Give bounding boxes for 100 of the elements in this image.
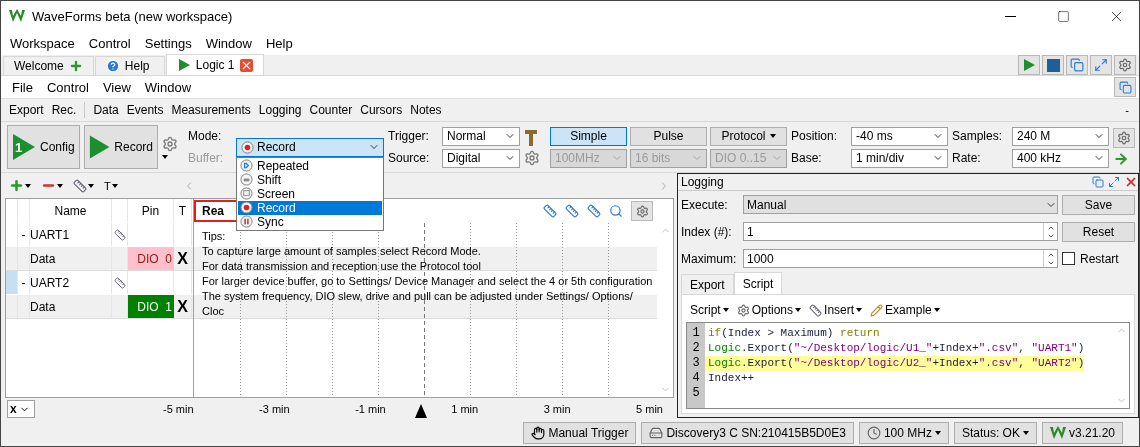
text-button[interactable]: T: [104, 179, 118, 192]
windows-icon: [1070, 58, 1084, 72]
script-menu-button[interactable]: Insert: [809, 303, 863, 317]
rate-dropdown[interactable]: 400 kHz: [1012, 148, 1109, 168]
menu-option[interactable]: Shift: [238, 172, 382, 187]
tip-text: For larger device buffer, go to Settings/ Device Manager and select the 4 or 5th configuration: [202, 274, 654, 289]
channel-name: UART2: [30, 275, 70, 290]
status-button[interactable]: 100 MHz: [858, 422, 949, 444]
menu-item[interactable]: Window: [198, 35, 259, 51]
channel-name: UART1: [30, 227, 70, 242]
toolbar-item[interactable]: Data: [89, 103, 123, 117]
caret-icon: [856, 308, 863, 312]
script-menu-button[interactable]: Example: [870, 303, 940, 317]
collapse-toggle[interactable]: -: [21, 227, 26, 242]
toolbar-item[interactable]: Cursors: [356, 103, 407, 117]
script-menu-button[interactable]: Script: [690, 303, 729, 317]
axis-tick-label: -3 min: [259, 403, 290, 415]
menu-item[interactable]: Control: [39, 79, 96, 95]
sync-mode-icon: [240, 215, 253, 228]
play-icon: 1: [12, 133, 36, 161]
trigger-type-button[interactable]: Protocol: [710, 126, 787, 146]
axis-tick-label: 5 min: [636, 403, 663, 415]
tip-text: Tips:: [202, 229, 227, 244]
field-label: Mode:: [188, 127, 223, 145]
collapse-toggle[interactable]: -: [1125, 104, 1139, 116]
column-header: Name: [54, 203, 87, 218]
settings-button[interactable]: [1114, 55, 1136, 75]
caret-icon: [162, 154, 168, 159]
add-channel-button[interactable]: [9, 178, 31, 193]
base-dropdown[interactable]: 1 min/div: [851, 148, 948, 168]
tip-text: The system frequency, DIO slew, drive and pull can be adjusted under Settings/ Options/ Cloc: [202, 289, 634, 319]
tab[interactable]: Script: [733, 272, 783, 294]
ruler-icon: [809, 303, 823, 317]
source-dropdown[interactable]: Digital: [442, 148, 520, 168]
execute-dropdown[interactable]: Manual: [743, 195, 1058, 214]
axis-dropdown[interactable]: x: [7, 400, 35, 418]
status-button[interactable]: Status: OK: [953, 422, 1037, 444]
window-button[interactable]: [1114, 77, 1136, 97]
plus-icon: [9, 178, 24, 193]
menu-item[interactable]: File: [5, 79, 40, 95]
trigger-type-button[interactable]: Pulse: [630, 126, 707, 146]
trigger-type-button[interactable]: Simple: [550, 126, 627, 146]
save-button[interactable]: Save: [1062, 194, 1135, 215]
column-header: Pin: [141, 203, 160, 218]
help-icon: [105, 59, 120, 73]
maximum-field[interactable]: 1000: [743, 249, 1058, 268]
toolbar-item[interactable]: Counter: [305, 103, 357, 117]
menu-item[interactable]: Help: [258, 35, 300, 51]
settings-button[interactable]: [1113, 127, 1135, 148]
tab[interactable]: Help: [94, 56, 165, 75]
stop-button[interactable]: [1042, 55, 1064, 75]
action-button[interactable]: Record: [84, 125, 158, 169]
status-button[interactable]: Manual Trigger: [523, 422, 637, 444]
caret-icon: [25, 183, 31, 188]
tab[interactable]: Welcome: [3, 56, 94, 75]
tab[interactable]: Export: [681, 274, 734, 294]
collapse-toggle[interactable]: -: [21, 275, 26, 290]
settings-button[interactable]: [631, 201, 653, 221]
edit-button[interactable]: [73, 178, 94, 193]
trigger-dropdown[interactable]: Normal: [442, 126, 520, 146]
menu-option[interactable]: Screen: [238, 186, 382, 201]
shift-mode-icon: [240, 173, 253, 186]
toolbar-item[interactable]: Logging: [254, 103, 306, 117]
run-button[interactable]: [1018, 55, 1040, 75]
tab[interactable]: Logic 1: [165, 54, 264, 75]
record-mode-icon: [241, 140, 254, 154]
action-button[interactable]: 1 Config: [7, 125, 80, 169]
toolbar-item[interactable]: Notes: [406, 103, 446, 117]
expand-icon: [1094, 58, 1108, 72]
menu-item[interactable]: Workspace: [3, 35, 82, 51]
menu-item[interactable]: View: [95, 79, 138, 95]
line-number: 4: [691, 371, 701, 386]
toolbar-item[interactable]: Export: [5, 103, 48, 117]
menu-option[interactable]: Record: [238, 200, 382, 215]
toolbar-item[interactable]: Rec.: [47, 103, 81, 117]
index-field[interactable]: 1: [743, 222, 1058, 241]
menu-option[interactable]: Repeated: [238, 158, 382, 173]
menu-item[interactable]: Control: [81, 35, 138, 51]
menu-item[interactable]: Settings: [137, 35, 199, 51]
mode-dropdown[interactable]: Record: [236, 137, 384, 157]
status-button[interactable]: Discovery3 C SN:210415B5D0E3: [641, 422, 854, 444]
field-label: Index (#):: [681, 224, 733, 239]
restart-checkbox[interactable]: [1062, 252, 1075, 265]
stop-icon: [1046, 58, 1060, 72]
code-editor[interactable]: 1 2 3 4 5 if(Index > Maximum) return Logic.Export("~/Desktop/logic/U1_"+Index+".csv", "UART1") Logic.Export("~/Desktop/logic/U2_"+Index+".csv", "UART2") Index++: [686, 322, 1130, 409]
split-button[interactable]: [1090, 55, 1112, 75]
toolbar-item[interactable]: Measurements: [167, 103, 255, 117]
position-dropdown[interactable]: -40 ms: [851, 126, 948, 146]
plus-icon: [68, 59, 83, 73]
cascade-button[interactable]: [1066, 55, 1088, 75]
menu-item[interactable]: Window: [137, 79, 199, 95]
caret-icon: [88, 183, 94, 188]
reset-button[interactable]: Reset: [1062, 221, 1135, 242]
status-button[interactable]: v3.21.20: [1041, 422, 1123, 444]
settings-icon: [1118, 58, 1132, 72]
field-label: Position:: [791, 127, 839, 145]
samples-dropdown[interactable]: 240 M: [1012, 126, 1109, 146]
toolbar-item[interactable]: Events: [122, 103, 168, 117]
script-menu-button[interactable]: Options: [736, 303, 802, 317]
menu-option[interactable]: Sync: [238, 214, 382, 229]
